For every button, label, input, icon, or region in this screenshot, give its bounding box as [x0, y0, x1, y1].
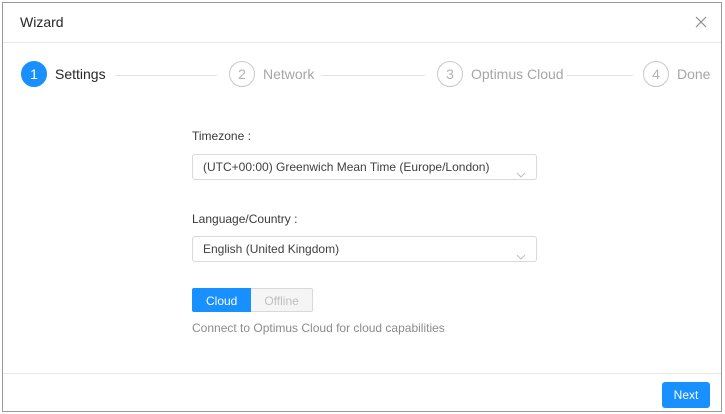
step-label: Settings [55, 66, 106, 82]
step-optimus-cloud: 3 Optimus Cloud [437, 59, 564, 89]
dialog-title: Wizard [20, 14, 64, 30]
step-label: Network [263, 66, 315, 82]
step-label: Optimus Cloud [471, 66, 564, 82]
step-number: 1 [21, 61, 47, 87]
dialog-header: Wizard [3, 3, 721, 43]
step-network: 2 Network [229, 59, 314, 89]
timezone-select[interactable]: (UTC+00:00) Greenwich Mean Time (Europe/… [192, 154, 537, 180]
wizard-steps: 1 Settings 2 Network 3 Optimus Cloud 4 D… [3, 59, 721, 89]
wizard-dialog: Wizard 1 Settings 2 Network 3 Optimus Cl… [2, 2, 722, 412]
step-number: 3 [437, 61, 463, 87]
close-icon[interactable] [692, 13, 710, 31]
step-number: 4 [643, 61, 669, 87]
step-number: 2 [229, 61, 255, 87]
timezone-value: (UTC+00:00) Greenwich Mean Time (Europe/… [203, 160, 490, 174]
mode-toggle: Cloud Offline [192, 288, 313, 312]
timezone-label: Timezone : [192, 129, 251, 143]
step-connector [115, 75, 217, 76]
next-button[interactable]: Next [662, 382, 710, 408]
step-connector [321, 75, 425, 76]
chevron-down-icon [516, 245, 526, 260]
step-connector [567, 75, 633, 76]
mode-help-text: Connect to Optimus Cloud for cloud capab… [192, 321, 445, 335]
offline-button[interactable]: Offline [251, 288, 313, 312]
language-label: Language/Country : [192, 212, 298, 226]
chevron-down-icon [516, 163, 526, 178]
step-settings: 1 Settings [21, 59, 106, 89]
dialog-footer: Next [3, 373, 721, 411]
cloud-button[interactable]: Cloud [192, 288, 252, 312]
step-label: Done [677, 66, 711, 82]
step-done: 4 Done [643, 59, 710, 89]
language-value: English (United Kingdom) [203, 242, 340, 256]
language-select[interactable]: English (United Kingdom) [192, 236, 537, 262]
